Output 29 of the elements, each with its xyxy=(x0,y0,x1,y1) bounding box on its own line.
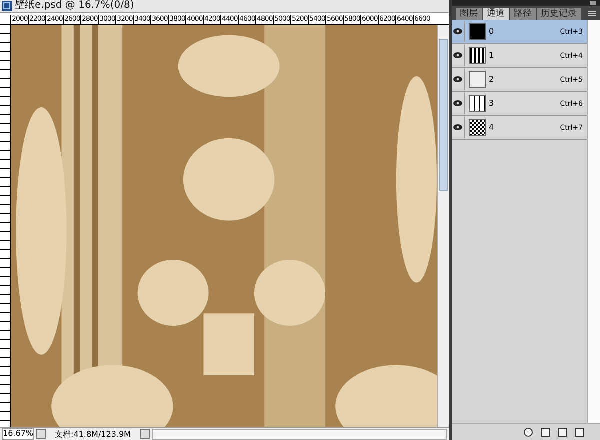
channel-thumbnail xyxy=(469,23,486,40)
horizontal-scrollbar[interactable] xyxy=(152,428,447,440)
channel-name: 1 xyxy=(489,51,496,60)
scroll-thumb[interactable] xyxy=(439,39,448,191)
menu-icon[interactable] xyxy=(588,11,596,17)
panel-tab[interactable]: 通道 xyxy=(483,8,509,20)
panel-tab[interactable]: 历史记录 xyxy=(537,8,581,20)
channel-thumbnail xyxy=(469,119,486,136)
circle-icon[interactable] xyxy=(524,428,533,436)
channel-name: 2 xyxy=(489,75,496,84)
panel-tab[interactable]: 路径 xyxy=(510,8,536,20)
channel-name: 4 xyxy=(489,123,496,132)
vertical-scrollbar[interactable] xyxy=(437,25,449,427)
app-icon xyxy=(2,1,12,11)
document-size: 文档:41.8M/123.9M xyxy=(54,428,132,440)
eye-icon[interactable] xyxy=(452,21,465,42)
eye-icon[interactable] xyxy=(452,69,465,90)
channel-thumbnail xyxy=(469,47,486,64)
channel-name: 0 xyxy=(489,27,496,36)
channel-thumbnail xyxy=(469,95,486,112)
panel-scrollbar[interactable] xyxy=(587,20,600,423)
zoom-field[interactable]: 16.67% xyxy=(2,428,34,440)
status-icon[interactable] xyxy=(36,429,46,439)
eye-icon[interactable] xyxy=(452,117,465,138)
channel-name: 3 xyxy=(489,99,496,108)
eye-icon[interactable] xyxy=(452,93,465,114)
panel-tab[interactable]: 图层 xyxy=(456,8,482,20)
channel-thumbnail xyxy=(469,71,486,88)
eye-icon[interactable] xyxy=(452,45,465,66)
